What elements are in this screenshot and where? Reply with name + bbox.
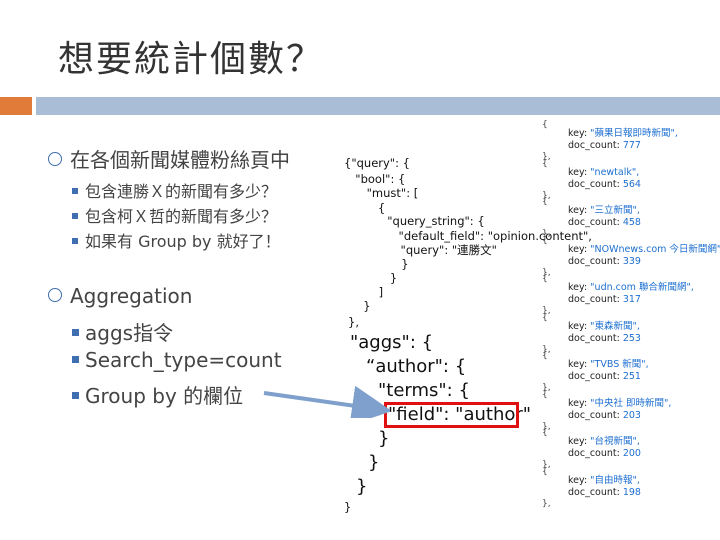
circle-bullet-icon <box>48 288 62 302</box>
field-highlight-box <box>384 402 519 428</box>
result-key: key: "台視新聞", <box>568 436 640 447</box>
query-code-line: ] <box>364 285 384 299</box>
query-code-line: } <box>344 500 352 514</box>
query-code-line: { <box>356 201 386 215</box>
square-bullet-icon <box>72 213 78 219</box>
result-brace: { <box>542 235 548 246</box>
result-brace: { <box>542 312 548 323</box>
aggs-code-line: “author": { <box>366 356 467 377</box>
square-bullet-icon <box>72 392 79 399</box>
result-brace: { <box>542 274 548 284</box>
arrow-icon <box>263 385 390 418</box>
query-code-line: } <box>356 299 371 313</box>
result-key: key: "NOWnews.com 今日新聞網", <box>568 243 720 255</box>
sub-bullet: Search_type=count <box>72 348 282 372</box>
result-doc-count: doc_count: 317 <box>568 294 641 305</box>
aggs-code-line: "aggs": { <box>350 332 434 353</box>
aggs-code-line: "terms": { <box>378 380 470 401</box>
sub-bullet: Group by 的欄位 <box>72 380 243 409</box>
accent-bar-orange <box>0 97 32 115</box>
query-code-line: }, <box>348 315 359 329</box>
result-key: key: "蘋果日報即時新聞", <box>568 128 678 139</box>
aggs-code-line: } <box>356 476 368 497</box>
result-brace: }, <box>542 498 551 509</box>
result-doc-count: doc_count: 458 <box>568 217 641 228</box>
result-doc-count: doc_count: 253 <box>568 332 641 344</box>
result-key: key: "三立新聞", <box>568 205 640 216</box>
bullet-text: Aggregation <box>70 284 193 308</box>
sub-bullet: 包含柯Ｘ哲的新聞有多少？ <box>72 203 277 227</box>
aggs-code-line: } <box>378 428 390 449</box>
result-key: key: "newtalk", <box>568 166 640 178</box>
aggregation-result-panel: { key: "蘋果日報即時新聞", doc_count: 777}, { key: "… <box>540 118 720 518</box>
sub-bullet: 包含連勝Ｘ的新聞有多少？ <box>72 178 277 202</box>
result-brace: { <box>542 428 548 438</box>
query-code-line: "query": "連勝文" <box>364 243 497 257</box>
square-bullet-icon <box>72 238 78 244</box>
result-key: key: "中央社 即時新聞", <box>568 397 672 409</box>
query-code-line: } <box>368 271 398 285</box>
circle-bullet-icon <box>48 152 62 166</box>
bullet-text: 在各個新聞媒體粉絲頁中 <box>70 148 290 172</box>
result-brace: { <box>542 351 548 361</box>
result-brace: { <box>542 466 548 477</box>
result-brace: { <box>542 158 548 169</box>
result-key: key: "自由時報", <box>568 474 640 486</box>
accent-bar-blue <box>36 97 720 115</box>
result-key: key: "udn.com 聯合新聞網", <box>568 282 694 293</box>
aggs-code-line: } <box>368 452 380 473</box>
query-code-line: "bool": { <box>348 172 406 186</box>
sub-bullet: aggs指令 <box>72 317 173 346</box>
square-bullet-icon <box>72 188 78 194</box>
result-doc-count: doc_count: 339 <box>568 255 641 267</box>
result-key: key: "東森新聞", <box>568 320 640 332</box>
result-doc-count: doc_count: 198 <box>568 486 641 498</box>
result-brace: { <box>542 120 548 130</box>
square-bullet-icon <box>72 329 79 336</box>
result-doc-count: doc_count: 200 <box>568 448 641 459</box>
query-code-line: "must": [ <box>352 186 419 200</box>
query-code-line: } <box>372 257 409 271</box>
result-key: key: "TVBS 新聞", <box>568 359 649 370</box>
square-bullet-icon <box>72 356 79 363</box>
result-doc-count: doc_count: 777 <box>568 140 641 151</box>
slide-title: 想要統計個數？ <box>58 39 325 80</box>
sub-bullet: 如果有 Group by 就好了！ <box>72 228 281 252</box>
result-doc-count: doc_count: 564 <box>568 178 641 190</box>
query-code-line: {"query": { <box>344 156 410 170</box>
result-doc-count: doc_count: 251 <box>568 371 641 382</box>
result-brace: { <box>542 389 548 400</box>
query-code-line: "query_string": { <box>358 214 485 228</box>
bullet-news-pages: 在各個新聞媒體粉絲頁中 <box>48 144 290 173</box>
result-doc-count: doc_count: 203 <box>568 409 641 421</box>
bullet-aggregation: Aggregation <box>48 284 192 308</box>
result-brace: { <box>542 197 548 207</box>
